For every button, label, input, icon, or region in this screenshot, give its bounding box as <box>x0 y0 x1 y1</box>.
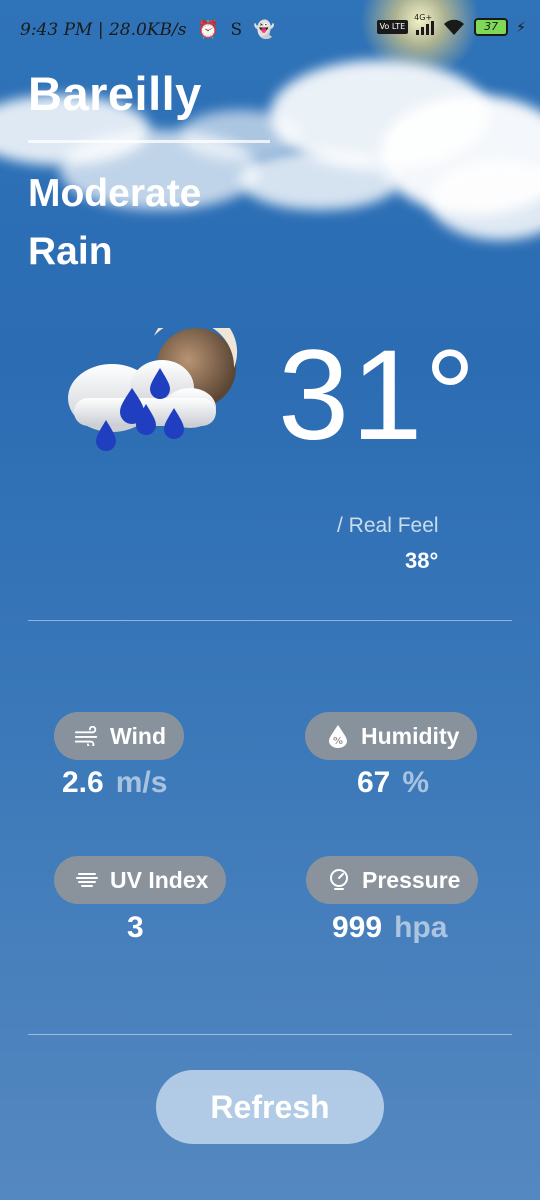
uv-index-chip: UV Index <box>54 856 227 904</box>
weather-condition: Moderate Rain <box>28 172 202 273</box>
wind-metric: 2.6 m/s <box>62 766 167 800</box>
uv-index-value: 3 <box>127 911 144 944</box>
uv-index-icon <box>74 867 100 893</box>
humidity-chip: % Humidity <box>305 712 478 760</box>
snapchat-icon: 👻 <box>253 20 275 40</box>
battery-icon: 37 <box>474 18 509 36</box>
pressure-value: 999 <box>332 911 383 944</box>
humidity-unit: % <box>402 766 430 799</box>
sync-icon: S <box>230 20 243 40</box>
pressure-metric: 999 hpa <box>332 911 447 945</box>
cell-signal-icon: 4G+ <box>414 13 435 35</box>
pressure-unit: hpa <box>394 911 448 944</box>
humidity-icon: % <box>325 723 351 749</box>
city-name: Bareilly <box>28 67 202 120</box>
svg-text:%: % <box>333 736 343 747</box>
divider-bottom <box>28 1034 512 1035</box>
status-right: Vo LTE 4G+ 37 ⚡ <box>376 13 526 36</box>
wind-label: Wind <box>110 722 166 749</box>
cloud-rain-sun-icon <box>68 328 238 451</box>
current-temperature: 31° <box>278 324 478 467</box>
charging-icon: ⚡ <box>516 18 526 35</box>
status-bar: 9:43 PM | 28.0KB/s ⏰ S 👻 Vo LTE 4G+ 37 ⚡ <box>0 0 540 64</box>
wind-value: 2.6 <box>62 766 104 799</box>
humidity-label: Humidity <box>361 722 460 749</box>
wind-unit: m/s <box>115 766 168 799</box>
real-feel-value: 38° <box>405 548 439 573</box>
pressure-chip: Pressure <box>306 856 479 904</box>
real-feel-label: / Real Feel <box>337 514 439 537</box>
alarm-icon: ⏰ <box>197 20 220 40</box>
network-type: 4G+ <box>414 13 433 22</box>
wifi-icon <box>444 19 465 35</box>
city-divider <box>28 140 270 143</box>
humidity-value: 67 <box>357 766 391 799</box>
status-left: 9:43 PM | 28.0KB/s ⏰ S 👻 <box>20 20 275 40</box>
divider-top <box>28 620 512 621</box>
uv-index-metric: 3 <box>127 911 144 945</box>
pressure-icon <box>326 867 352 893</box>
refresh-button[interactable]: Refresh <box>156 1070 384 1144</box>
volte-icon: Vo LTE <box>376 20 409 34</box>
status-time-speed: 9:43 PM | 28.0KB/s <box>20 20 187 40</box>
humidity-metric: 67% <box>357 766 429 800</box>
wind-icon <box>74 723 100 749</box>
pressure-label: Pressure <box>362 866 461 893</box>
uv-index-label: UV Index <box>110 866 209 893</box>
wind-chip: Wind <box>54 712 184 760</box>
